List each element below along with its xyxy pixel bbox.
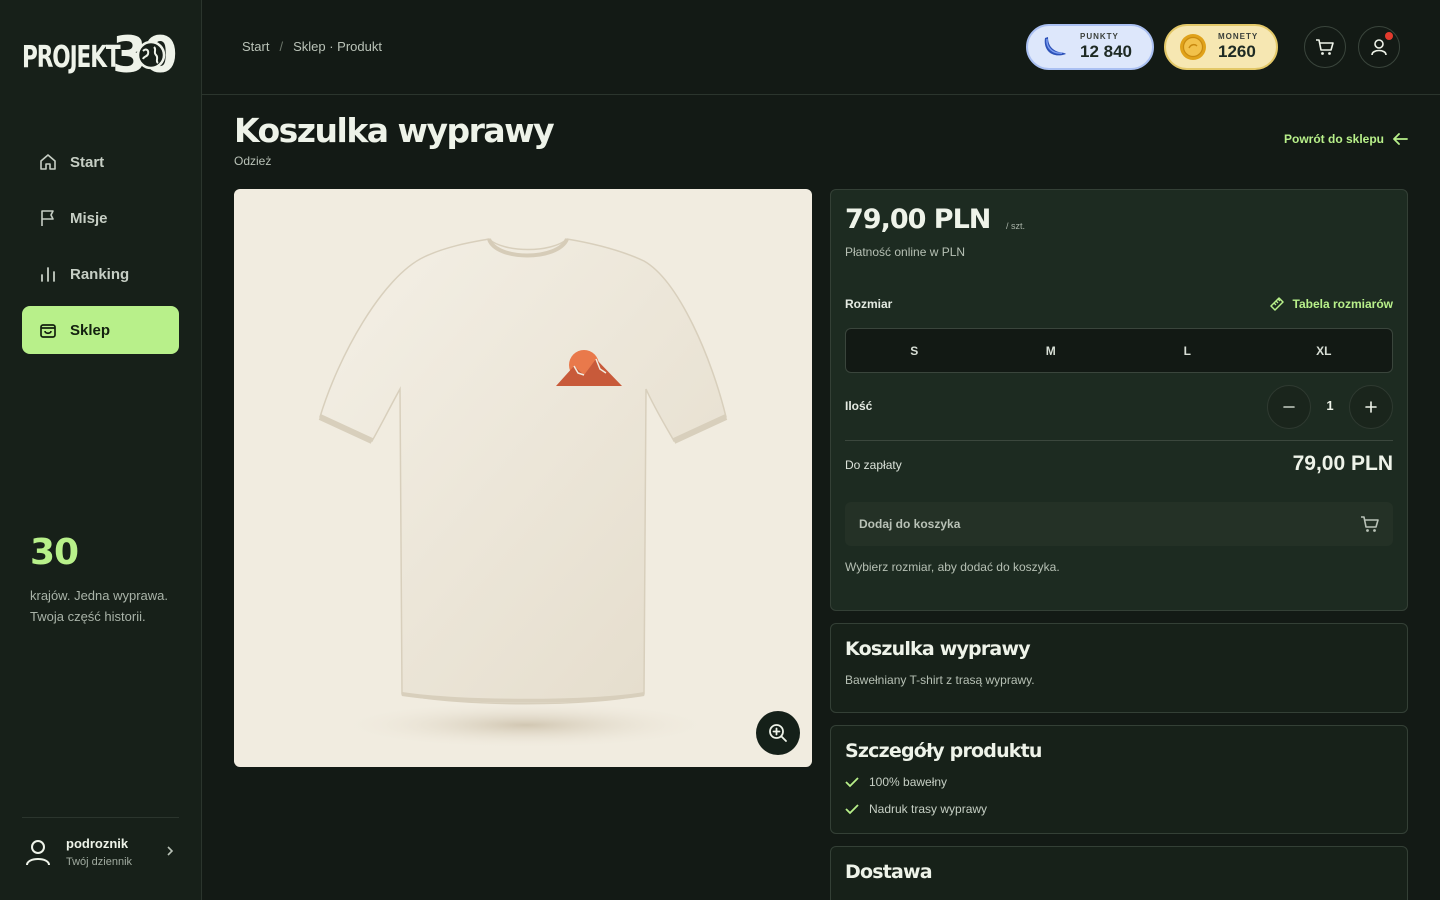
bar-chart-icon xyxy=(38,264,58,284)
divider xyxy=(22,817,179,818)
check-icon xyxy=(845,804,859,815)
topbar: Start / Sklep · Produkt PUNKTY 12 840 MONE… xyxy=(202,0,1440,95)
size-option-xl[interactable]: XL xyxy=(1256,329,1393,372)
user-name: podroznik xyxy=(66,836,129,851)
details-card: Szczegóły produktu 100% bawełny Nadruk t… xyxy=(830,725,1408,834)
promo-text: krajów. Jedna wyprawa. Twoja część histo… xyxy=(30,585,190,627)
size-chart-link[interactable]: Tabela rozmiarów xyxy=(1269,296,1393,312)
back-to-shop-link[interactable]: Powrót do sklepu xyxy=(1284,132,1408,146)
globe-icon xyxy=(136,40,166,70)
user-icon xyxy=(26,840,50,866)
plus-icon xyxy=(1365,401,1377,413)
shopping-bag-icon xyxy=(38,320,58,340)
page-title: Koszulka wyprawy xyxy=(234,111,555,150)
breadcrumb-current: Sklep · Produkt xyxy=(293,39,382,54)
shipping-title: Dostawa xyxy=(845,861,933,883)
logo-number: 30 xyxy=(112,26,178,84)
sidebar-item-label: Misje xyxy=(70,209,108,227)
tshirt-illustration xyxy=(318,237,728,749)
points-label: PUNKTY xyxy=(1080,32,1119,41)
sidebar-item-label: Ranking xyxy=(70,265,130,283)
coins-value: 1260 xyxy=(1218,42,1256,61)
promo-text-line: Twoja część historii. xyxy=(30,609,146,624)
user-info: podroznik Twój dziennik xyxy=(66,836,132,868)
breadcrumb-separator: / xyxy=(279,39,284,54)
coins-badge[interactable]: MONETY 1260 xyxy=(1164,24,1278,70)
zoom-button[interactable] xyxy=(756,711,800,755)
points-value: 12 840 xyxy=(1080,42,1132,61)
product-image[interactable] xyxy=(234,189,812,767)
size-option-m[interactable]: M xyxy=(983,329,1120,372)
add-to-cart-label: Dodaj do koszyka xyxy=(859,517,961,531)
logo-text: PROJEKT xyxy=(22,39,121,75)
arrow-left-icon xyxy=(1393,133,1408,145)
points-info: PUNKTY 12 840 xyxy=(1080,32,1132,62)
main-nav: Start Misje Ranking Sklep xyxy=(22,138,179,362)
promo-text-line: krajów. Jedna wyprawa. xyxy=(30,588,169,603)
total-label: Do zapłaty xyxy=(845,458,902,472)
price-unit: / szt. xyxy=(1006,221,1026,231)
logo[interactable]: PROJEKT 30 xyxy=(22,26,178,84)
minus-icon xyxy=(1283,406,1295,408)
ruler-icon xyxy=(1269,297,1284,311)
zoom-in-icon xyxy=(769,724,787,742)
user-profile-link[interactable]: podroznik Twój dziennik xyxy=(22,836,179,868)
user-icon xyxy=(1371,39,1387,56)
purchase-card: 79,00 PLN / szt. Płatność online w PLN R… xyxy=(830,189,1408,611)
quantity-decrease-button[interactable] xyxy=(1267,385,1311,429)
coins-info: MONETY 1260 xyxy=(1218,32,1258,62)
description-title: Koszulka wyprawy xyxy=(845,638,1031,660)
promo-block: 30 krajów. Jedna wyprawa. Twoja część hi… xyxy=(30,532,190,627)
cart-icon xyxy=(1316,39,1334,55)
chevron-right-icon xyxy=(165,844,175,860)
sidebar-item-misje[interactable]: Misje xyxy=(22,194,179,242)
detail-item: Nadruk trasy wyprawy xyxy=(845,802,987,816)
size-label: Rozmiar xyxy=(845,297,893,311)
quantity-increase-button[interactable] xyxy=(1349,385,1393,429)
breadcrumb-home[interactable]: Start xyxy=(242,39,269,54)
details-title: Szczegóły produktu xyxy=(845,740,1042,762)
detail-text: Nadruk trasy wyprawy xyxy=(869,802,988,816)
shipping-card: Dostawa xyxy=(830,846,1408,900)
quantity-value: 1 xyxy=(1326,398,1334,413)
total-value: 79,00 PLN xyxy=(1292,452,1393,475)
sidebar-item-label: Start xyxy=(70,153,105,171)
check-icon xyxy=(845,777,859,788)
size-option-l[interactable]: L xyxy=(1119,329,1256,372)
flag-icon xyxy=(38,208,58,228)
size-chart-label: Tabela rozmiarów xyxy=(1292,297,1393,311)
sidebar-item-sklep[interactable]: Sklep xyxy=(22,306,179,354)
coins-label: MONETY xyxy=(1218,32,1259,41)
add-to-cart-button[interactable]: Dodaj do koszyka xyxy=(845,502,1393,546)
product-category: Odzież xyxy=(234,154,272,168)
cart-button[interactable] xyxy=(1304,26,1346,68)
account-button[interactable] xyxy=(1358,26,1400,68)
payment-note: Płatność online w PLN xyxy=(845,245,966,259)
product-price: 79,00 PLN xyxy=(845,204,991,235)
breadcrumb: Start / Sklep · Produkt xyxy=(242,39,382,54)
sidebar-item-ranking[interactable]: Ranking xyxy=(22,250,179,298)
promo-number: 30 xyxy=(30,532,79,573)
coin-icon xyxy=(1180,34,1206,60)
cart-icon xyxy=(1361,516,1379,532)
size-option-s[interactable]: S xyxy=(846,329,983,372)
size-hint: Wybierz rozmiar, aby dodać do koszyka. xyxy=(845,560,1060,574)
divider xyxy=(845,440,1393,441)
sidebar-item-start[interactable]: Start xyxy=(22,138,179,186)
description-text: Bawełniany T-shirt z trasą wyprawy. xyxy=(845,673,1035,687)
detail-item: 100% bawełny xyxy=(845,775,947,789)
notification-dot xyxy=(1385,32,1393,40)
quantity-label: Ilość xyxy=(845,399,873,413)
user-subtitle: Twój dziennik xyxy=(66,856,133,868)
points-badge[interactable]: PUNKTY 12 840 xyxy=(1026,24,1154,70)
home-icon xyxy=(38,152,58,172)
sidebar: PROJEKT 30 Start Misje Ranking xyxy=(0,0,202,900)
sidebar-item-label: Sklep xyxy=(70,321,111,339)
size-selector: S M L XL xyxy=(845,328,1393,373)
back-link-label: Powrót do sklepu xyxy=(1283,132,1384,146)
detail-text: 100% bawełny xyxy=(869,775,948,789)
banana-icon xyxy=(1044,37,1066,56)
description-card: Koszulka wyprawy Bawełniany T-shirt z tr… xyxy=(830,623,1408,713)
